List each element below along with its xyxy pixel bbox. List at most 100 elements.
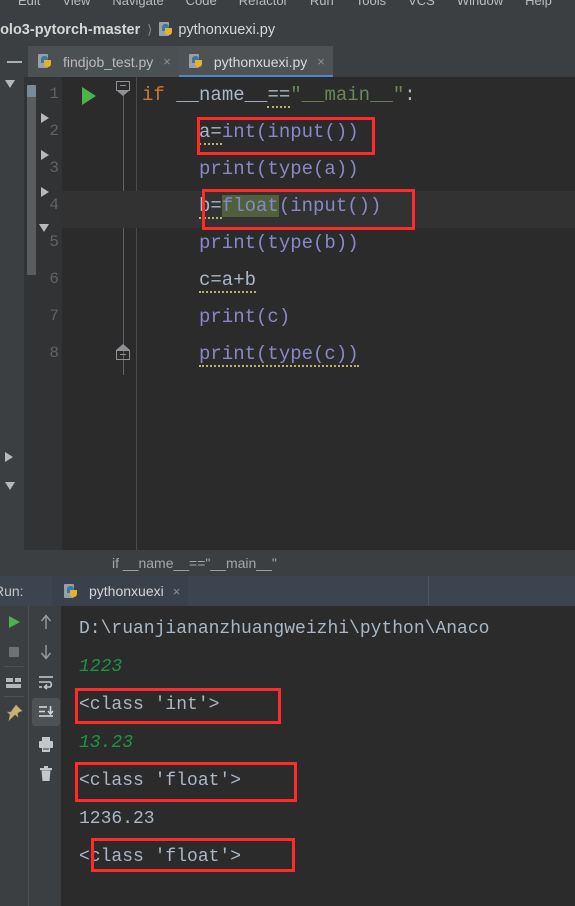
run-tab-pythonxuexi[interactable]: pythonxuexi × (52, 576, 189, 606)
fold-end-icon[interactable] (116, 344, 131, 360)
console-output[interactable]: D:\ruanjiananzhuangweizhi\python\Anaco 1… (61, 606, 575, 906)
code-editor[interactable]: 1 2 3 4 5 6 7 8 if __name__=="__main__":… (24, 77, 575, 576)
menu-item-view[interactable]: View (62, 0, 90, 7)
editor-scrollbar-thumb[interactable] (27, 85, 36, 275)
menu-item-vcs[interactable]: VCS (408, 0, 435, 7)
python-file-icon (159, 22, 173, 37)
menu-item-help[interactable]: Help (525, 0, 552, 7)
editor-tab-bar: findjob_test.py × pythonxuexi.py × (0, 46, 575, 77)
token-keyword-if: if (142, 84, 165, 106)
menu-item-edit[interactable]: Edit (18, 0, 40, 7)
editor-scrollbar[interactable] (24, 77, 38, 576)
close-icon[interactable]: × (163, 54, 171, 69)
menu-item-navigate[interactable]: Navigate (112, 0, 163, 7)
pin-icon (6, 704, 23, 722)
line-number: 5 (49, 233, 59, 251)
layout-icon (6, 678, 21, 688)
token-input-call: (input()) (278, 195, 382, 217)
menu-item-code[interactable]: Code (186, 0, 217, 7)
token-int-input-call: int(input()) (221, 121, 359, 143)
line-number: 6 (49, 270, 59, 288)
breadcrumb-context[interactable]: if __name__=="__main__" (112, 555, 277, 571)
menu-bar: Edit View Navigate Code Refactor Run Too… (0, 0, 575, 13)
collapse-all-icon[interactable] (0, 46, 28, 77)
menu-item-window[interactable]: Window (457, 0, 503, 7)
editor-left-marker-strip[interactable] (0, 77, 24, 576)
console-line-path: D:\ruanjiananzhuangweizhi\python\Anaco (79, 619, 490, 639)
breadcrumb-project[interactable]: yolo3-pytorch-master (0, 22, 140, 38)
code-text-area[interactable]: if __name__=="__main__": a=int(input()) … (142, 77, 575, 576)
trash-icon (40, 766, 52, 781)
token-assign-c: c=a+b (199, 269, 257, 293)
console-line-class-int: <class 'int'> (79, 695, 220, 715)
token-string-main: "__main__" (290, 84, 405, 106)
gutter-triangle-right-icon[interactable] (41, 113, 49, 123)
line-number: 2 (49, 122, 59, 140)
line-number: 4 (49, 196, 59, 214)
fold-collapse-icon[interactable] (116, 81, 131, 96)
token-assign-a: a= (199, 121, 222, 145)
code-line-6: c=a+b (199, 262, 257, 299)
soft-wrap-button[interactable] (32, 668, 60, 696)
print-button[interactable] (32, 730, 60, 758)
run-tab-bar-gap (188, 576, 430, 606)
menu-item-refactor[interactable]: Refactor (239, 0, 288, 7)
token-equality-op: == (267, 84, 291, 108)
token-print-type-c: print(type(c)) (199, 343, 359, 367)
restore-layout-button[interactable] (0, 669, 28, 697)
console-line-sum: 1236.23 (79, 809, 155, 829)
pin-tab-button[interactable] (0, 699, 28, 727)
gutter-triangle-down-icon[interactable] (39, 224, 49, 232)
run-tab-label: pythonxuexi (89, 583, 164, 599)
close-icon[interactable]: × (317, 54, 325, 69)
fold-column[interactable] (112, 77, 136, 576)
scroll-to-end-button[interactable] (32, 698, 60, 726)
pycharm-window: Edit View Navigate Code Refactor Run Too… (0, 0, 575, 906)
clear-all-button[interactable] (32, 760, 60, 788)
soft-wrap-icon (39, 676, 53, 690)
console-line-class-float-1: <class 'float'> (79, 771, 242, 791)
editor-breadcrumb-bar: if __name__=="__main__" (24, 550, 575, 576)
editor-gutter[interactable]: 1 2 3 4 5 6 7 8 (38, 77, 62, 576)
gutter-triangle-right-icon[interactable] (41, 150, 49, 160)
editor-scrollbar-marker (27, 85, 36, 97)
token-assign-b: b= (199, 195, 222, 219)
menu-item-tools[interactable]: Tools (356, 0, 386, 7)
run-window-body: D:\ruanjiananzhuangweizhi\python\Anaco 1… (0, 606, 575, 906)
toolbar-divider (4, 696, 24, 697)
line-number: 1 (49, 85, 59, 103)
python-file-icon (188, 54, 203, 69)
code-line-5: print(type(b)) (199, 225, 359, 262)
token-float-selected: float (221, 195, 279, 217)
console-line-class-float-2: <class 'float'> (79, 847, 242, 867)
code-line-3: print(type(a)) (199, 151, 359, 188)
marker-triangle-right-icon[interactable] (5, 452, 13, 462)
token-print-type-a: print(type(a)) (199, 158, 359, 180)
tab-pythonxuexi[interactable]: pythonxuexi.py × (178, 46, 333, 77)
breadcrumb-separator-icon: ⟩ (147, 21, 153, 37)
code-line-2: a=int(input()) (199, 114, 359, 151)
rerun-button[interactable] (0, 608, 28, 636)
console-line-input-1: 1223 (79, 657, 123, 677)
down-the-stack-trace-button[interactable] (32, 638, 60, 666)
up-the-stack-trace-button[interactable] (32, 608, 60, 636)
tab-findjob-test[interactable]: findjob_test.py × (28, 46, 179, 77)
marker-triangle-down-icon[interactable] (5, 482, 15, 490)
editor-left-divider (136, 77, 137, 576)
stop-square-icon (9, 647, 19, 657)
code-line-7: print(c) (199, 299, 290, 336)
stop-button[interactable] (0, 638, 28, 666)
marker-triangle-down-icon[interactable] (5, 80, 15, 88)
console-line-input-2: 13.23 (79, 733, 134, 753)
line-number: 3 (49, 159, 59, 177)
close-icon[interactable]: × (173, 584, 181, 599)
code-line-4: b=float(input()) (199, 188, 381, 225)
run-tool-window: Run: pythonxuexi × (0, 576, 575, 906)
token-print-c: print(c) (199, 306, 291, 328)
code-line-8: print(type(c)) (199, 336, 359, 373)
run-green-triangle-icon[interactable] (82, 87, 96, 105)
gutter-triangle-right-icon[interactable] (41, 187, 49, 197)
breadcrumb-file[interactable]: pythonxuexi.py (178, 22, 275, 38)
menu-item-run[interactable]: Run (310, 0, 334, 7)
run-toolbar-right (28, 606, 62, 906)
